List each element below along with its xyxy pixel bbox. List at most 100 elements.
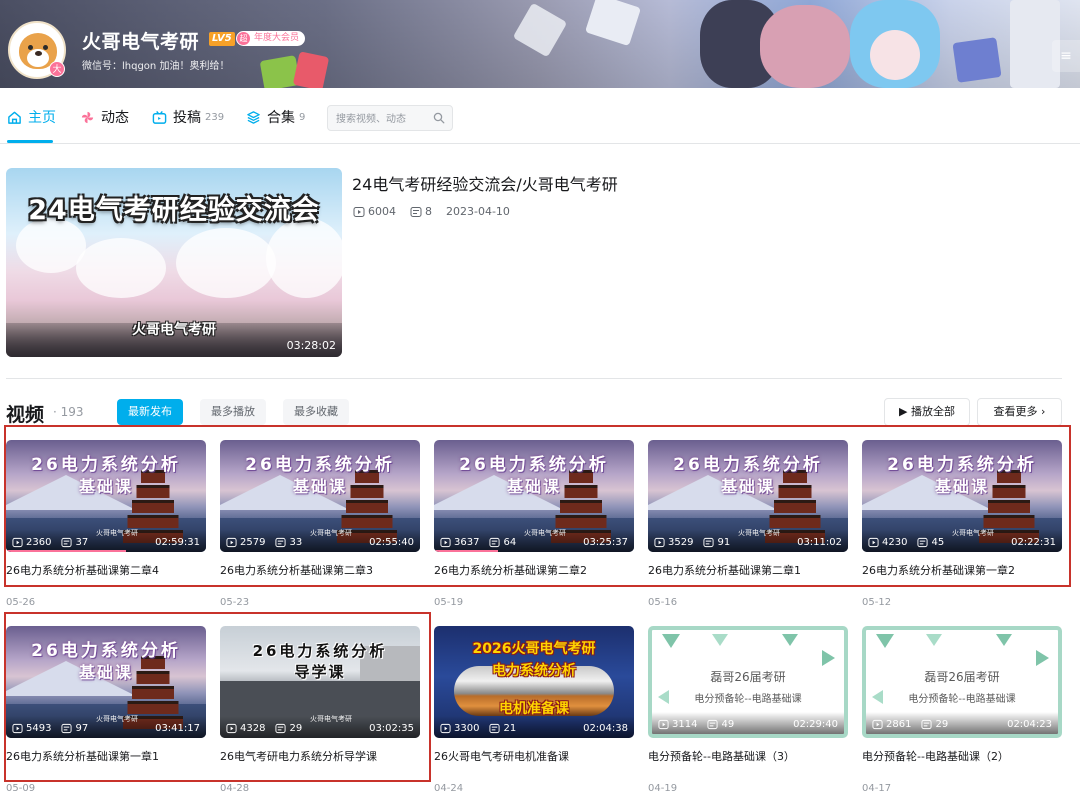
tab-most-favorited[interactable]: 最多收藏: [283, 399, 349, 425]
triangle-decoration: [782, 634, 798, 646]
video-thumbnail[interactable]: 26电力系统分析基础课火哥电气考研54939703:41:17: [6, 626, 206, 738]
video-title[interactable]: 电分预备轮--电路基础课（3）: [648, 748, 848, 764]
video-title[interactable]: 26电力系统分析基础课第二章2: [434, 562, 634, 578]
video-card[interactable]: 26电力系统分析基础课火哥电气考研36376403:25:37 26电力系统分析基…: [434, 440, 634, 615]
comment-count-value: 21: [503, 723, 517, 734]
featured-video-meta: 6004 8 2023-04-10: [353, 205, 524, 218]
comment-count: 29: [921, 719, 948, 730]
publish-date: 2023-04-10: [446, 205, 510, 218]
tab-latest[interactable]: 最新发布: [117, 399, 183, 425]
thumbnail-title: 26电力系统分析: [252, 642, 388, 660]
videos-section-title: 视频: [6, 404, 45, 426]
vip-label: 年度大会员: [254, 33, 300, 43]
thumbnail-subtitle: 电力系统分析: [492, 663, 576, 679]
video-title[interactable]: 电分预备轮--电路基础课（2）: [862, 748, 1062, 764]
triangle-decoration: [1036, 650, 1049, 666]
comment-count-value: 45: [931, 537, 945, 548]
watch-progress-bar: [6, 550, 126, 552]
tab-dynamic[interactable]: 动态: [80, 107, 129, 127]
thumbnail-title: 26电力系统分析: [31, 641, 181, 661]
video-card[interactable]: 2026火哥电气考研 电力系统分析 电机准备课 3300 21 02:04:38 26火哥电…: [434, 626, 634, 801]
avatar-badge: 大: [49, 61, 65, 77]
tab-label: 投稿: [173, 110, 201, 126]
uploads-count: 239: [205, 111, 225, 123]
featured-video-thumbnail[interactable]: 24电气考研经验交流会 火哥电气考研 03:28:02: [6, 168, 342, 357]
video-thumbnail[interactable]: 2026火哥电气考研 电力系统分析 电机准备课 3300 21 02:04:38: [434, 626, 634, 738]
view-count-value: 3114: [672, 719, 698, 730]
video-thumbnail[interactable]: 磊哥26届考研 电分预备轮--电路基础课 2861 29 02:04:23: [862, 626, 1062, 738]
view-more-button[interactable]: 查看更多 ›: [977, 398, 1062, 426]
blossom-shape: [176, 228, 276, 298]
video-card[interactable]: 26电力系统分析基础课火哥电气考研42304502:22:31 26电力系统分析基…: [862, 440, 1062, 615]
video-thumbnail[interactable]: 26电力系统分析导学课火哥电气考研43282903:02:35: [220, 626, 420, 738]
video-title[interactable]: 26电力系统分析基础课第一章1: [6, 748, 206, 764]
avatar-eye: [28, 45, 33, 50]
video-card[interactable]: 26电力系统分析基础课火哥电气考研54939703:41:1726电力系统分析基…: [6, 626, 206, 801]
play-count-icon: [658, 719, 669, 730]
view-count: 5493: [12, 723, 51, 734]
play-all-button[interactable]: ▶ 播放全部: [884, 398, 970, 426]
search-icon[interactable]: [433, 112, 445, 124]
thumbnail-title: 26电力系统分析: [31, 455, 181, 475]
video-thumbnail[interactable]: 26电力系统分析基础课火哥电气考研35299103:11:02: [648, 440, 848, 552]
video-title[interactable]: 26电气考研电力系统分析导学课: [220, 748, 420, 764]
video-thumbnail[interactable]: 26电力系统分析基础课火哥电气考研36376403:25:37: [434, 440, 634, 552]
play-count-icon: [12, 723, 23, 734]
comment-count: 91: [703, 537, 730, 548]
comment-count: 64: [489, 537, 516, 548]
videos-section-count: · 193: [53, 405, 84, 419]
danmaku-icon: [703, 537, 714, 548]
tab-collections[interactable]: 合集 9: [246, 107, 305, 127]
comment-count-value: 97: [75, 723, 89, 734]
video-title[interactable]: 26电力系统分析基础课第二章4: [6, 562, 206, 578]
play-count-icon: [868, 537, 879, 548]
video-card[interactable]: 26电力系统分析导学课火哥电气考研43282903:02:3526电气考研电力系…: [220, 626, 420, 801]
view-count-value: 2360: [26, 537, 52, 548]
vip-icon: 超: [237, 32, 250, 45]
search-input[interactable]: [336, 110, 432, 128]
profile-banner: 大 火哥电气考研 LV5 超 年度大会员 微信号：lhqgon 加油！奥利给！ …: [0, 0, 1080, 88]
view-count: 6004: [353, 205, 396, 218]
thumbnail-title: 26电力系统分析: [459, 455, 609, 475]
tab-most-played[interactable]: 最多播放: [200, 399, 266, 425]
play-count-icon: [226, 537, 237, 548]
danmaku-icon: [410, 206, 422, 217]
featured-video-title[interactable]: 24电气考研经验交流会/火哥电气考研: [352, 171, 618, 195]
video-date: 05-16: [648, 597, 678, 608]
comment-count: 29: [275, 723, 302, 734]
vip-badge[interactable]: 超 年度大会员: [236, 31, 306, 46]
triangle-decoration: [822, 650, 835, 666]
comment-count: 8: [410, 205, 432, 218]
video-thumbnail[interactable]: 磊哥26届考研 电分预备轮--电路基础课 3114 49 02:29:40: [648, 626, 848, 738]
comment-count: 21: [489, 723, 516, 734]
video-thumbnail[interactable]: 26电力系统分析基础课火哥电气考研42304502:22:31: [862, 440, 1062, 552]
blossom-shape: [76, 238, 166, 298]
video-title[interactable]: 26电力系统分析基础课第二章1: [648, 562, 848, 578]
video-title[interactable]: 26电力系统分析基础课第一章2: [862, 562, 1062, 578]
triangle-decoration: [876, 634, 894, 648]
tab-home[interactable]: 主页: [7, 107, 56, 127]
danmaku-icon: [61, 723, 72, 734]
video-card[interactable]: 26电力系统分析基础课火哥电气考研23603702:59:3126电力系统分析基…: [6, 440, 206, 615]
collections-count: 9: [299, 111, 306, 123]
video-thumbnail[interactable]: 26电力系统分析基础课火哥电气考研25793302:55:40: [220, 440, 420, 552]
video-title[interactable]: 26火哥电气考研电机准备课: [434, 748, 634, 764]
video-stats: 3637 64: [440, 537, 526, 548]
view-count-value: 6004: [368, 205, 396, 218]
video-date: 05-23: [220, 597, 250, 608]
video-title[interactable]: 26电力系统分析基础课第二章3: [220, 562, 420, 578]
video-thumbnail[interactable]: 26电力系统分析基础课火哥电气考研23603702:59:31: [6, 440, 206, 552]
comment-count-value: 37: [75, 537, 89, 548]
menu-icon[interactable]: ≡: [1052, 40, 1080, 72]
video-date: 04-19: [648, 783, 678, 794]
view-count: 3529: [654, 537, 693, 548]
layers-icon: [247, 110, 260, 124]
video-card[interactable]: 26电力系统分析基础课火哥电气考研25793302:55:40 26电力系统分析基…: [220, 440, 420, 615]
tab-label: 动态: [101, 110, 129, 126]
video-card[interactable]: 磊哥26届考研 电分预备轮--电路基础课 2861 29 02:04:23 电分预备轮--…: [862, 626, 1062, 801]
danmaku-icon: [921, 719, 932, 730]
tab-uploads[interactable]: 投稿 239: [152, 107, 224, 127]
video-card[interactable]: 26电力系统分析基础课火哥电气考研35299103:11:0226电力系统分析基…: [648, 440, 848, 615]
view-count-value: 4328: [240, 723, 266, 734]
video-card[interactable]: 磊哥26届考研 电分预备轮--电路基础课 3114 49 02:29:40 电分预备轮--…: [648, 626, 848, 801]
